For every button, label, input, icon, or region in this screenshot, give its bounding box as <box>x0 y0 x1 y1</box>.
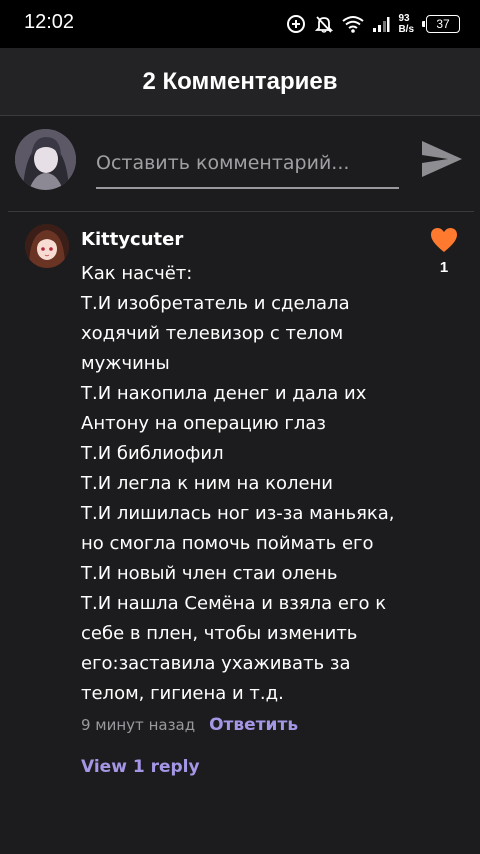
send-icon <box>422 141 462 177</box>
avatar-image <box>25 224 69 268</box>
status-icons: 93 B/s 37 <box>286 10 460 38</box>
avatar[interactable] <box>15 129 76 190</box>
reply-button[interactable]: Ответить <box>209 715 298 735</box>
battery-level: 37 <box>436 17 450 31</box>
status-time: 12:02 <box>24 11 75 33</box>
comment-composer <box>0 117 480 211</box>
like-button[interactable]: 1 <box>426 227 462 276</box>
comments-header: 2 Комментариев <box>0 48 480 116</box>
comment-timestamp: 9 минут назад <box>81 716 196 734</box>
comment-text: Как насчёт: Т.И изобретатель и сделала х… <box>81 263 395 704</box>
heart-icon <box>431 228 457 252</box>
status-bar: 12:02 93 B/s 37 <box>0 0 480 48</box>
view-replies-link[interactable]: View 1 reply <box>81 757 200 777</box>
page-title: 2 Комментариев <box>142 67 338 95</box>
net-speed-unit: B/s <box>398 24 414 35</box>
send-button[interactable] <box>420 139 464 179</box>
avatar[interactable] <box>25 224 69 268</box>
like-count: 1 <box>439 259 449 276</box>
battery-icon: 37 <box>422 15 460 33</box>
comment-meta: 9 минут назад Ответить <box>81 715 298 735</box>
comment-author[interactable]: Kittycuter <box>81 229 183 250</box>
signal-icon <box>373 17 390 32</box>
avatar-image <box>15 129 76 190</box>
wifi-icon <box>342 16 365 33</box>
net-speed: 93 B/s <box>398 13 414 35</box>
net-speed-value: 93 <box>398 13 410 24</box>
divider <box>8 211 474 212</box>
comment-input[interactable] <box>96 139 399 189</box>
muted-bell-icon <box>315 16 334 33</box>
data-saver-icon <box>287 15 306 33</box>
